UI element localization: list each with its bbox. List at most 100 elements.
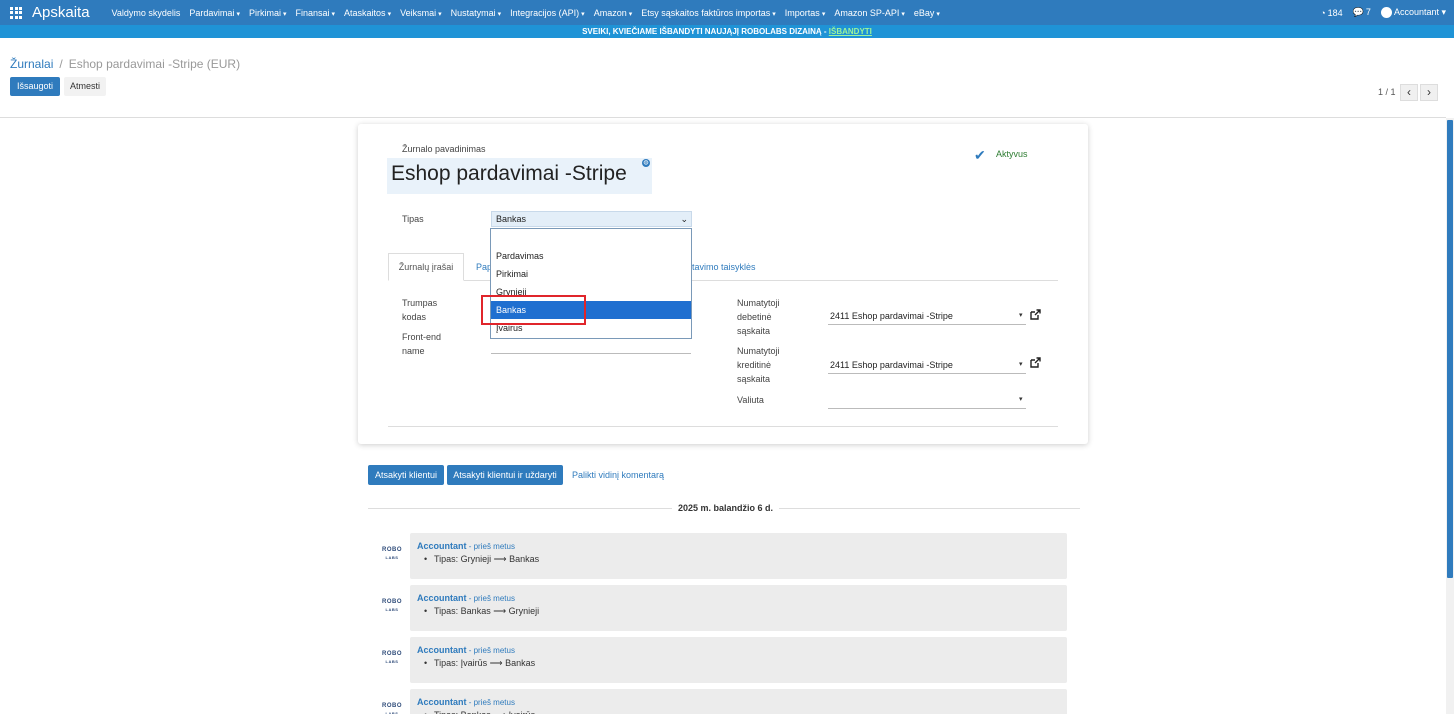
checkmark-icon[interactable]: ✔ [974,147,986,164]
message-time[interactable]: - prieš metus [467,542,515,551]
external-link-icon[interactable] [1029,357,1041,369]
frontend-name-label-1: Front-end [402,332,442,342]
tab-rules[interactable]: tavimo taisyklės [692,262,756,272]
debit-account-input[interactable] [828,324,1026,325]
notifications-button[interactable]: ◔ 184 [1320,8,1342,18]
menu-item[interactable]: Etsy sąskaitos faktūros importas ▾ [641,8,776,18]
menu-item[interactable]: Nustatymai ▾ [451,8,502,18]
messages-button[interactable]: 💬 7 [1353,7,1371,18]
currency-label: Valiuta [737,395,764,405]
debit-account-value[interactable]: 2411 Eshop pardavimai -Stripe [830,311,953,321]
scrollbar-thumb[interactable] [1447,120,1453,578]
message-time[interactable]: - prieš metus [467,594,515,603]
menu-item[interactable]: Finansai ▾ [295,8,335,18]
chat-icon: 💬 [1352,7,1364,17]
message-author-line: Accountant - prieš metus [417,645,515,655]
chevron-down-icon: ▾ [1438,6,1446,17]
type-option[interactable]: Pirkimai [491,265,691,283]
menu-item[interactable]: Amazon SP-API ▾ [834,8,905,18]
external-link-icon[interactable] [1029,309,1041,321]
menu-item[interactable]: Veiksmai ▾ [400,8,442,18]
apps-grid-icon[interactable] [10,6,22,19]
short-code-label-2: kodas [402,312,427,322]
clock-icon: ◔ [1320,7,1326,18]
breadcrumb-current: Eshop pardavimai -Stripe (EUR) [68,57,241,71]
caret-down-icon[interactable]: ▾ [1019,395,1023,403]
message-time[interactable]: - prieš metus [467,698,515,707]
user-avatar [1380,7,1392,19]
type-option[interactable] [491,229,691,247]
credit-account-input[interactable] [828,373,1026,374]
message-author[interactable]: Accountant [417,593,467,603]
caret-down-icon: ▾ [821,10,826,18]
translate-globe-icon[interactable]: ◍ [642,159,650,167]
robolabs-avatar: ROBO LABS [382,703,402,714]
active-label: Aktyvus [996,149,1028,159]
message-author-line: Accountant - prieš metus [417,541,515,551]
message-time[interactable]: - prieš metus [467,646,515,655]
message-author[interactable]: Accountant [417,541,467,551]
menu-item[interactable]: Pirkimai ▾ [249,8,287,18]
menu-item[interactable]: Amazon ▾ [594,8,633,18]
chatter-message: Accountant - prieš metus Tipas: Bankas ⟶ … [410,585,1067,631]
caret-down-icon[interactable]: ▾ [1019,311,1023,319]
internal-note-link[interactable]: Palikti vidinį komentarą [572,470,664,480]
menu-item[interactable]: Ataskaitos ▾ [344,8,391,18]
type-select[interactable]: Bankas ⌄ [491,211,692,227]
credit-account-label-2: kreditinė [737,360,772,370]
save-button[interactable]: Išsaugoti [10,77,60,96]
message-change: Tipas: Bankas ⟶ Įvairūs [424,710,535,714]
app-brand[interactable]: Apskaita [32,4,90,21]
menu-item[interactable]: Integracijos (API) ▾ [510,8,585,18]
message-change: Tipas: Bankas ⟶ Grynieji [424,606,539,617]
debit-account-label-2: debetinė [737,312,772,322]
debit-account-label-1: Numatytoji [737,298,780,308]
user-menu[interactable]: Accountant ▾ [1380,6,1446,19]
credit-account-label-3: sąskaita [737,374,771,384]
message-author[interactable]: Accountant [417,697,467,707]
caret-down-icon: ▾ [628,10,633,18]
robolabs-avatar: ROBO LABS [382,547,402,560]
message-author-line: Accountant - prieš metus [417,593,515,603]
debit-account-label-3: sąskaita [737,326,771,336]
frontend-name-input[interactable] [491,353,691,354]
menu-item[interactable]: Importas ▾ [785,8,826,18]
control-panel-divider [0,117,1446,118]
menu-item[interactable]: eBay ▾ [914,8,940,18]
notebook-bottom-divider [388,426,1058,427]
frontend-name-label-2: name [402,346,425,356]
breadcrumb-journals-link[interactable]: Žurnalai [10,57,53,71]
journal-name-label: Žurnalo pavadinimas [402,144,486,154]
type-label: Tipas [402,214,424,224]
pager-next-button[interactable]: › [1420,84,1438,101]
caret-down-icon: ▾ [936,10,940,18]
chevron-left-icon: ‹ [1407,85,1411,99]
redesign-banner: SVEIKI, KVIEČIAME IŠBANDYTI NAUJĄJĮ ROBO… [0,25,1454,38]
reply-and-close-button[interactable]: Atsakyti klientui ir uždaryti [447,465,563,485]
caret-down-icon: ▾ [497,10,502,18]
reply-customer-button[interactable]: Atsakyti klientui [368,465,444,485]
message-author[interactable]: Accountant [417,645,467,655]
discard-button[interactable]: Atmesti [64,77,106,96]
chatter-message: Accountant - prieš metus Tipas: Bankas ⟶ … [410,689,1067,714]
tab-journal-entries[interactable]: Žurnalų įrašai [388,253,464,281]
pager-value: 1 / 1 [1378,87,1396,97]
menu-item[interactable]: Valdymo skydelis [112,8,181,18]
breadcrumb-separator: / [59,57,63,71]
menu-item[interactable]: Pardavimai ▾ [189,8,240,18]
caret-down-icon: ▾ [387,10,392,18]
caret-down-icon: ▾ [331,10,336,18]
credit-account-value[interactable]: 2411 Eshop pardavimai -Stripe [830,360,953,370]
tabs-divider [388,280,1058,281]
date-separator: 2025 m. balandžio 6 d. [672,503,780,513]
caret-down-icon[interactable]: ▾ [1019,360,1023,368]
pager-prev-button[interactable]: ‹ [1400,84,1418,101]
caret-down-icon: ▾ [581,10,585,18]
type-option[interactable]: Pardavimas [491,247,691,265]
chatter-message: Accountant - prieš metus Tipas: Grynieji … [410,533,1067,579]
currency-input[interactable] [828,408,1026,409]
journal-name-value[interactable]: Eshop pardavimai -Stripe [391,162,627,186]
try-redesign-link[interactable]: IŠBANDYTI [829,27,872,36]
chevron-down-icon: ⌄ [680,214,688,224]
breadcrumb: Žurnalai / Eshop pardavimai -Stripe (EUR) [10,57,240,71]
